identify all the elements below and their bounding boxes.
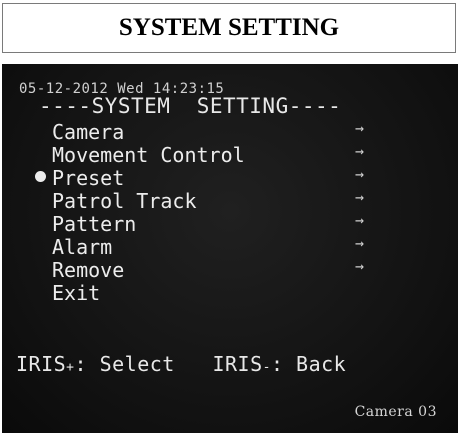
arrow-right-icon: → [355,165,365,183]
key-hint: IRIS+: Select IRIS-: Back [16,352,346,376]
menu-item-label: Patrol Track [52,189,197,213]
menu-item-label: Exit [52,281,101,305]
select-text: : Select [74,352,175,376]
arrow-right-icon: → [355,211,365,229]
back-key: IRIS [212,352,263,376]
menu-item-exit[interactable]: Exit [2,281,458,305]
menu-item-label: Pattern [52,212,137,236]
back-text: : Back [270,352,347,376]
menu-item-label: Preset [52,166,125,190]
arrow-right-icon: → [355,234,365,252]
selection-cursor-icon [35,171,46,182]
menu-title: ----SYSTEM SETTING---- [39,94,342,118]
menu-item-label: Remove [52,258,125,282]
back-sign: - [262,360,271,375]
arrow-right-icon: → [355,119,365,137]
menu-item-label: Camera [52,120,125,144]
menu-item-label: Movement Control [52,143,245,167]
menu-item-alarm[interactable]: Alarm → [2,234,458,259]
page-title-box: SYSTEM SETTING [2,3,456,53]
menu-item-patrol-track[interactable]: Patrol Track → [2,188,458,213]
menu-item-camera[interactable]: Camera → [2,119,458,144]
osd-screen: 05-12-2012 Wed 14:23:15 ----SYSTEM SETTI… [2,64,458,433]
camera-label: Camera 03 [354,404,437,420]
arrow-right-icon: → [355,257,365,275]
select-key: IRIS [16,352,67,376]
select-sign: + [66,360,75,375]
menu-item-label: Alarm [52,235,113,259]
menu-item-movement-control[interactable]: Movement Control → [2,142,458,167]
arrow-right-icon: → [355,188,365,206]
page-title: SYSTEM SETTING [118,14,340,41]
menu-item-preset[interactable]: Preset → [2,165,458,190]
menu-item-remove[interactable]: Remove → [2,257,458,282]
menu-item-pattern[interactable]: Pattern → [2,211,458,236]
arrow-right-icon: → [355,142,365,160]
